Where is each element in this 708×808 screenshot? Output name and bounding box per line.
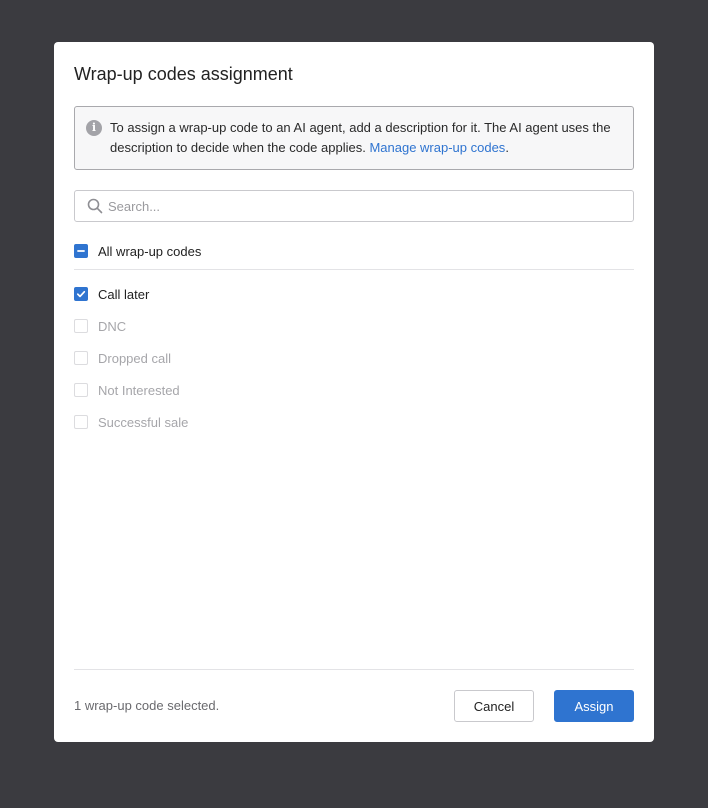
assign-button[interactable]: Assign xyxy=(554,690,634,722)
list-item[interactable]: Call later xyxy=(74,284,149,304)
list-item: Dropped call xyxy=(74,348,171,368)
list-item: DNC xyxy=(74,316,126,336)
dialog-title: Wrap-up codes assignment xyxy=(74,64,293,84)
list-item-label: DNC xyxy=(98,318,127,334)
info-banner: i To assign a wrap-up code to an AI agen… xyxy=(74,106,634,170)
selection-status: 1 wrap-up code selected. xyxy=(74,698,220,713)
wrap-up-codes-dialog: Wrap-up codes assignment i To assign a w… xyxy=(54,42,654,742)
list-item-label: Call later xyxy=(98,286,150,302)
info-text: To assign a wrap-up code to an AI agent,… xyxy=(110,120,611,155)
list-item-checkbox xyxy=(74,351,88,365)
list-item-checkbox xyxy=(74,415,88,429)
list-item-checkbox[interactable] xyxy=(74,287,88,301)
minus-icon xyxy=(77,250,85,252)
search-input[interactable] xyxy=(108,191,618,221)
search-field[interactable] xyxy=(74,190,634,222)
select-all-row[interactable]: All wrap-up codes xyxy=(74,241,201,261)
footer-divider xyxy=(74,669,634,670)
search-icon xyxy=(87,198,103,214)
list-item-label: Successful sale xyxy=(98,414,189,430)
list-item-checkbox xyxy=(74,383,88,397)
list-item: Successful sale xyxy=(74,412,188,432)
list-item-label: Dropped call xyxy=(98,350,171,366)
info-suffix: . xyxy=(505,140,509,155)
select-all-checkbox[interactable] xyxy=(74,244,88,258)
manage-wrap-up-codes-link[interactable]: Manage wrap-up codes xyxy=(369,140,505,155)
list-item-checkbox xyxy=(74,319,88,333)
list-item: Not Interested xyxy=(74,380,180,400)
select-all-label: All wrap-up codes xyxy=(98,243,202,259)
cancel-button[interactable]: Cancel xyxy=(454,690,534,722)
list-item-label: Not Interested xyxy=(98,382,180,398)
list-divider xyxy=(74,269,634,270)
checkmark-icon xyxy=(76,290,86,298)
info-icon: i xyxy=(86,120,102,136)
